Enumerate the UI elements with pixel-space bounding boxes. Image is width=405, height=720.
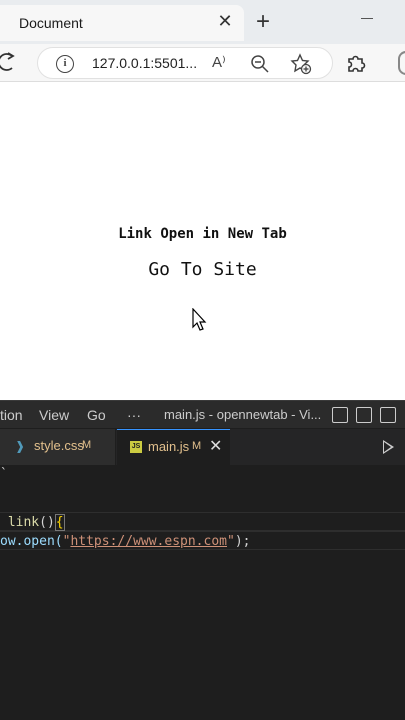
new-tab-button[interactable]: + (251, 8, 275, 36)
modified-badge: M (192, 440, 202, 452)
run-code-icon[interactable] (383, 440, 394, 454)
close-tab-icon[interactable]: ✕ (209, 436, 222, 456)
site-info-icon[interactable]: i (56, 55, 74, 73)
menu-view[interactable]: View (39, 407, 69, 423)
menu-selection[interactable]: tion (0, 407, 23, 423)
minimize-window-icon[interactable] (361, 18, 373, 19)
read-aloud-icon[interactable]: A⁾ (212, 53, 226, 71)
profile-icon[interactable] (398, 51, 405, 75)
url-string: https://www.espn.com (70, 534, 227, 549)
vscode-window: tion View Go ··· main.js - opennewtab - … (0, 400, 405, 720)
call-prefix: ow.open( (0, 534, 63, 549)
toggle-panel-icon[interactable] (356, 407, 372, 423)
code-line: link(){ (0, 512, 405, 531)
function-name: link (7, 515, 40, 530)
browser-tab-title: Document (19, 15, 83, 31)
close-tab-icon[interactable]: ✕ (214, 11, 236, 32)
browser-toolbar: i 127.0.0.1:5501... A⁾ (0, 44, 405, 82)
parens: () (39, 515, 55, 530)
address-bar[interactable]: i 127.0.0.1:5501... A⁾ (37, 47, 333, 79)
editor-tabs-bar: ❱ style.css M JS main.js M ✕ (0, 429, 405, 465)
tab-label: style.css (34, 438, 84, 453)
zoom-out-icon[interactable] (250, 54, 270, 74)
open-brace: { (54, 514, 65, 531)
add-favorite-icon[interactable] (290, 53, 312, 75)
code-editor[interactable]: ` link(){ ow.open("https://www.espn.com"… (0, 465, 405, 720)
menu-more[interactable]: ··· (127, 407, 141, 423)
reload-icon[interactable] (0, 52, 16, 72)
toggle-secondary-sidebar-icon[interactable] (380, 407, 396, 423)
tab-style-css[interactable]: ❱ style.css M (0, 429, 116, 465)
vscode-menubar: tion View Go ··· main.js - opennewtab - … (0, 400, 405, 428)
call-suffix: ); (234, 534, 251, 549)
quote-close: " (227, 534, 235, 549)
css-file-icon: ❱ (15, 439, 26, 453)
menu-go[interactable]: Go (87, 407, 106, 423)
window-title: main.js - opennewtab - Vi... (164, 407, 322, 422)
browser-tab-strip: Document ✕ + (0, 0, 405, 44)
go-to-site-link[interactable]: Go To Site (0, 259, 405, 280)
page-heading: Link Open in New Tab (118, 226, 287, 242)
tab-label: main.js (148, 439, 190, 454)
modified-badge: M (82, 439, 92, 451)
browser-window: Document ✕ + i 127.0.0.1:5501... A⁾ Link… (0, 0, 405, 400)
code-line: ow.open("https://www.espn.com"); (0, 531, 405, 550)
address-url[interactable]: 127.0.0.1:5501... (92, 55, 197, 71)
tab-main-js[interactable]: JS main.js M ✕ (117, 429, 230, 465)
mouse-cursor-icon (192, 308, 207, 331)
extensions-icon[interactable] (345, 52, 367, 74)
js-file-icon: JS (130, 441, 142, 453)
browser-tab-document[interactable]: Document ✕ (0, 5, 244, 41)
toggle-primary-sidebar-icon[interactable] (332, 407, 348, 423)
code-line: ` (0, 467, 8, 482)
